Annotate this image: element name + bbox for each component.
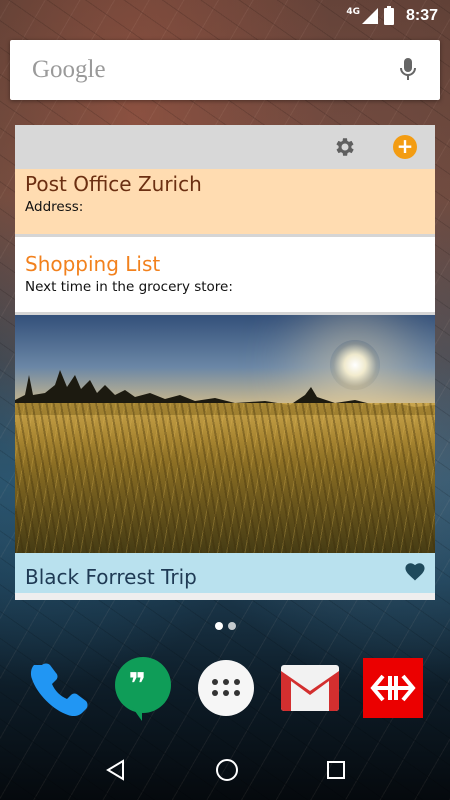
sbb-icon[interactable] — [362, 657, 424, 719]
back-icon[interactable] — [105, 759, 127, 781]
note-title: Post Office Zurich — [25, 172, 202, 196]
note-body: Address: — [25, 199, 84, 215]
signal-icon — [361, 8, 378, 24]
phone-icon[interactable] — [28, 657, 90, 719]
navigation-bar — [0, 740, 450, 800]
app-dock: ❞ — [0, 655, 450, 721]
page-indicator — [0, 622, 450, 630]
gear-icon[interactable] — [332, 135, 356, 159]
gmail-icon[interactable] — [279, 657, 341, 719]
google-search-bar[interactable]: Google — [10, 40, 440, 100]
hangouts-icon[interactable]: ❞ — [112, 656, 174, 721]
note-body: Next time in the grocery store: — [25, 279, 233, 295]
microphone-icon[interactable] — [398, 56, 418, 84]
note-title: Shopping List — [25, 252, 161, 276]
note-photo-landscape[interactable] — [15, 315, 435, 553]
google-logo: Google — [32, 56, 106, 83]
recents-icon[interactable] — [327, 761, 346, 779]
app-drawer-icon[interactable] — [195, 657, 257, 719]
photo-grass — [15, 403, 435, 553]
battery-icon — [383, 5, 394, 25]
photo-caption-bar[interactable]: Black Forrest Trip — [15, 553, 435, 593]
network-type-label: 4G — [346, 7, 360, 17]
page-dot — [227, 622, 236, 630]
add-circle-icon[interactable]: + — [393, 135, 417, 159]
heart-icon[interactable] — [404, 561, 426, 581]
status-bar: 4G 8:37 — [0, 0, 450, 32]
home-icon[interactable] — [215, 759, 238, 781]
photo-caption-title: Black Forrest Trip — [25, 565, 197, 589]
notes-widget: + Post Office Zurich Address: Shopping L… — [15, 125, 435, 600]
widget-toolbar: + — [15, 125, 435, 169]
clock: 8:37 — [405, 7, 438, 24]
page-dot-active — [214, 622, 223, 630]
note-card-post-office[interactable]: Post Office Zurich Address: — [15, 169, 435, 237]
note-card-shopping-list[interactable]: Shopping List Next time in the grocery s… — [15, 237, 435, 315]
